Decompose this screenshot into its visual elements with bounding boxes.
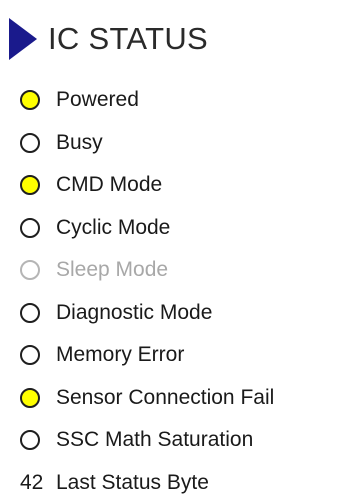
memory-error-indicator-icon <box>20 345 40 365</box>
last-status-byte-label: Last Status Byte <box>56 471 209 495</box>
cmd-mode-label: CMD Mode <box>56 173 162 197</box>
ic-status-header[interactable]: IC STATUS <box>9 17 208 61</box>
status-row-busy: Busy <box>20 122 348 165</box>
sensor-connection-fail-label: Sensor Connection Fail <box>56 386 274 410</box>
status-row-memory-error: Memory Error <box>20 334 348 377</box>
ic-status-panel: IC STATUS Powered Busy CMD Mode Cyclic M… <box>0 0 348 498</box>
powered-label: Powered <box>56 88 139 112</box>
sleep-mode-indicator-icon <box>20 260 40 280</box>
status-row-sleep-mode: Sleep Mode <box>20 249 348 292</box>
diagnostic-mode-indicator-icon <box>20 303 40 323</box>
cyclic-mode-indicator-icon <box>20 218 40 238</box>
busy-indicator-icon <box>20 133 40 153</box>
ssc-math-saturation-label: SSC Math Saturation <box>56 428 253 452</box>
busy-label: Busy <box>56 131 103 155</box>
status-row-cyclic-mode: Cyclic Mode <box>20 207 348 250</box>
memory-error-label: Memory Error <box>56 343 184 367</box>
status-row-cmd-mode: CMD Mode <box>20 164 348 207</box>
status-row-powered: Powered <box>20 79 348 122</box>
ssc-math-saturation-indicator-icon <box>20 430 40 450</box>
diagnostic-mode-label: Diagnostic Mode <box>56 301 212 325</box>
sleep-mode-label: Sleep Mode <box>56 258 168 282</box>
powered-indicator-icon <box>20 90 40 110</box>
status-row-ssc-math-saturation: SSC Math Saturation <box>20 419 348 462</box>
status-list: Powered Busy CMD Mode Cyclic Mode Sleep … <box>20 79 348 504</box>
last-status-byte-value: 42 <box>20 471 44 495</box>
status-row-sensor-connection-fail: Sensor Connection Fail <box>20 377 348 420</box>
cyclic-mode-label: Cyclic Mode <box>56 216 170 240</box>
collapse-triangle-icon[interactable] <box>9 18 37 60</box>
ic-status-title: IC STATUS <box>48 21 208 57</box>
sensor-connection-fail-indicator-icon <box>20 388 40 408</box>
status-row-diagnostic-mode: Diagnostic Mode <box>20 292 348 335</box>
cmd-mode-indicator-icon <box>20 175 40 195</box>
